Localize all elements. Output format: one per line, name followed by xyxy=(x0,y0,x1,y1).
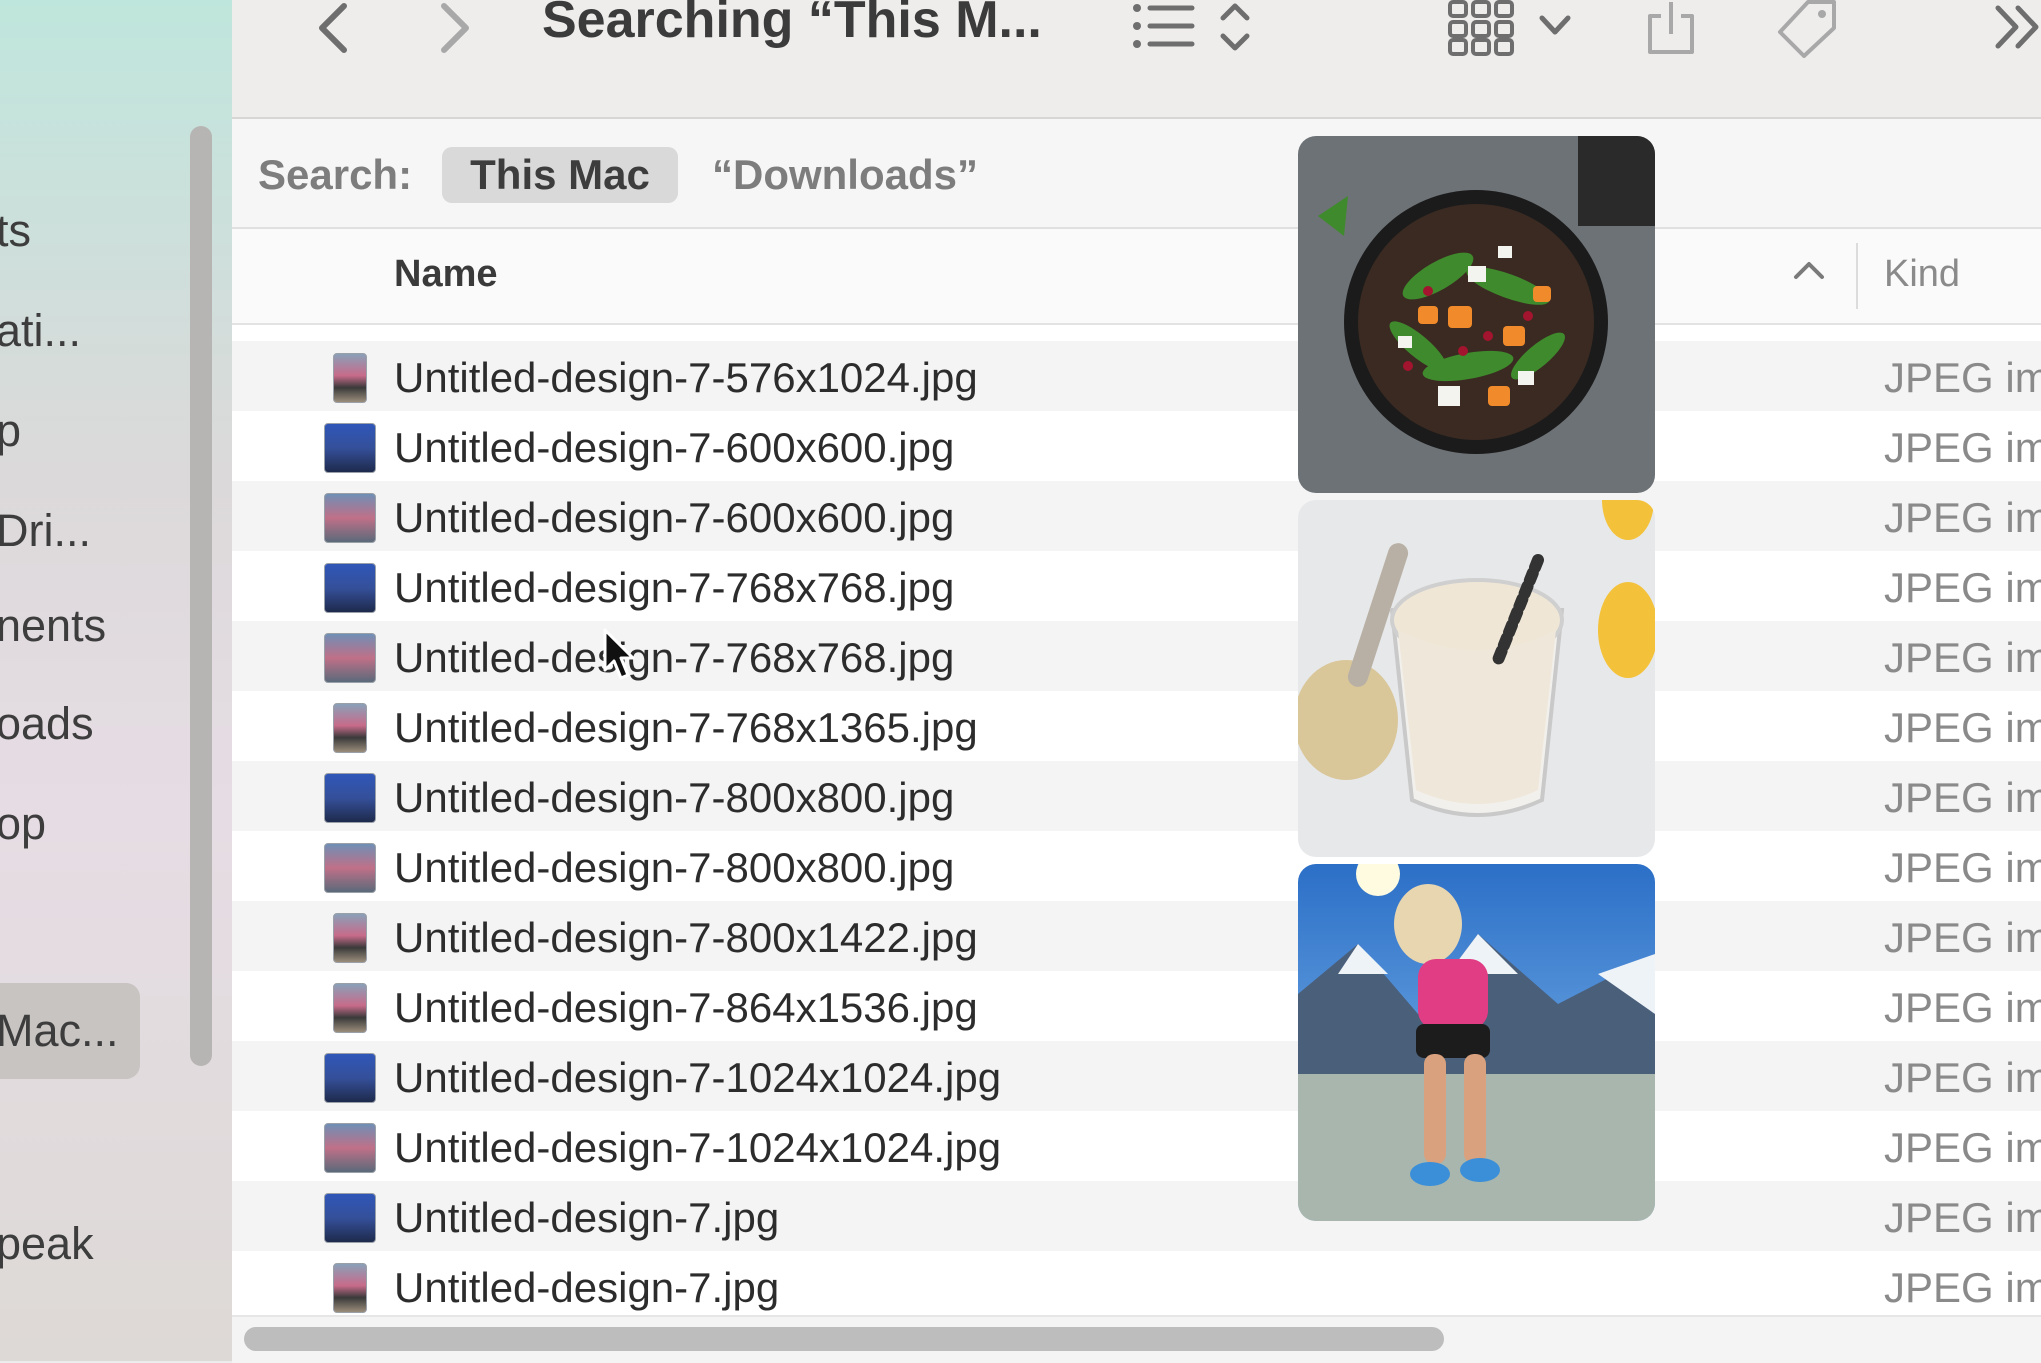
toolbar: Searching “This M... xyxy=(232,0,2041,119)
table-row[interactable]: Untitled-design-7-1024x1024.jpg JPEG im xyxy=(232,1041,2041,1111)
file-name[interactable]: Untitled-design-7-768x1365.jpg xyxy=(394,704,978,752)
sidebar-item-downloads[interactable]: oads xyxy=(0,698,94,750)
file-kind: JPEG im xyxy=(1884,1194,2041,1241)
file-name[interactable]: Untitled-design-7-800x1422.jpg xyxy=(394,914,978,962)
salad-bowl-image xyxy=(1298,136,1655,493)
horizontal-scrollbar[interactable] xyxy=(232,1315,2041,1363)
file-thumbnail-icon xyxy=(324,493,376,543)
file-thumbnail-icon xyxy=(324,843,376,893)
table-row[interactable]: Untitled-design-7-800x800.jpg JPEG im xyxy=(232,831,2041,901)
table-row[interactable]: Untitled-design-7-768x768.jpg JPEG im xyxy=(232,621,2041,691)
mouse-pointer-icon xyxy=(603,628,635,680)
sort-ascending-icon[interactable] xyxy=(1792,259,1826,281)
grid-view-icon[interactable] xyxy=(1448,0,1514,56)
window-title: Searching “This M... xyxy=(542,0,1042,49)
file-name[interactable]: Untitled-design-7-800x800.jpg xyxy=(394,844,954,892)
file-kind: JPEG im xyxy=(1884,354,2041,401)
file-name[interactable]: Untitled-design-7-1024x1024.jpg xyxy=(394,1124,1001,1172)
file-name[interactable]: Untitled-design-7-768x768.jpg xyxy=(394,634,954,682)
file-kind: JPEG im xyxy=(1884,774,2041,821)
column-name-header[interactable]: Name xyxy=(394,253,498,296)
file-thumbnail-icon xyxy=(324,1053,376,1103)
scope-this-mac-button[interactable]: This Mac xyxy=(442,147,678,203)
search-label: Search: xyxy=(258,151,413,198)
file-name[interactable]: Untitled-design-7-864x1536.jpg xyxy=(394,984,978,1032)
file-kind: JPEG im xyxy=(1884,1124,2041,1171)
horizontal-scrollbar-thumb[interactable] xyxy=(244,1327,1444,1351)
file-kind: JPEG im xyxy=(1884,704,2041,751)
table-row[interactable]: Untitled-design-7.jpg JPEG im xyxy=(232,1251,2041,1315)
file-kind: JPEG im xyxy=(1884,564,2041,611)
sidebar: ts ati... p Dri... nents oads op Mac... … xyxy=(0,0,232,1361)
scope-downloads-button[interactable]: “Downloads” xyxy=(712,151,978,199)
table-row[interactable]: Untitled-design-7-864x1536.jpg JPEG im xyxy=(232,971,2041,1041)
file-kind: JPEG im xyxy=(1884,424,2041,471)
more-chevrons-icon[interactable] xyxy=(1992,4,2041,50)
sidebar-scrollbar[interactable] xyxy=(190,126,212,1066)
file-thumbnail-icon xyxy=(324,633,376,683)
file-kind: JPEG im xyxy=(1884,634,2041,681)
tag-icon[interactable] xyxy=(1774,0,1838,58)
preview-smoothie xyxy=(1298,500,1655,857)
table-row[interactable]: Untitled-design-7-1024x1024.jpg JPEG im xyxy=(232,1111,2041,1181)
chevron-down-icon[interactable] xyxy=(1538,14,1572,38)
file-kind: JPEG im xyxy=(1884,1054,2041,1101)
file-name[interactable]: Untitled-design-7.jpg xyxy=(394,1194,779,1242)
sort-arrows-icon[interactable] xyxy=(1218,0,1252,56)
file-kind: JPEG im xyxy=(1884,844,2041,891)
file-name[interactable]: Untitled-design-7-600x600.jpg xyxy=(394,424,954,472)
table-row[interactable]: Untitled-design-7-768x1365.jpg JPEG im xyxy=(232,691,2041,761)
table-row[interactable]: Untitled-design-7-768x768.jpg JPEG im xyxy=(232,551,2041,621)
sidebar-item-5[interactable]: nents xyxy=(0,600,106,652)
table-row[interactable]: Untitled-design-7-600x600.jpg JPEG im xyxy=(232,411,2041,481)
table-row-partial[interactable] xyxy=(232,325,2041,341)
sidebar-item-2[interactable]: ati... xyxy=(0,305,81,357)
forward-chevron-icon[interactable] xyxy=(432,0,476,56)
file-name[interactable]: Untitled-design-7-1024x1024.jpg xyxy=(394,1054,1001,1102)
file-kind: JPEG im xyxy=(1884,984,2041,1031)
sidebar-item-3[interactable]: p xyxy=(0,405,21,457)
preview-salad-bowl xyxy=(1298,136,1655,493)
column-kind-header[interactable]: Kind xyxy=(1884,253,1960,296)
column-divider[interactable] xyxy=(1856,243,1858,309)
back-chevron-icon[interactable] xyxy=(312,0,356,56)
runner-mountains-image xyxy=(1298,864,1655,1221)
file-name[interactable]: Untitled-design-7-800x800.jpg xyxy=(394,774,954,822)
file-thumbnail-icon xyxy=(333,703,367,753)
file-thumbnail-icon xyxy=(324,563,376,613)
search-scope-bar: Search: This Mac “Downloads” xyxy=(232,119,2041,229)
file-name[interactable]: Untitled-design-7-600x600.jpg xyxy=(394,494,954,542)
table-row[interactable]: Untitled-design-7-600x600.jpg JPEG im xyxy=(232,481,2041,551)
file-thumbnail-icon xyxy=(333,983,367,1033)
table-row[interactable]: Untitled-design-7.jpg JPEG im xyxy=(232,1181,2041,1251)
file-thumbnail-icon xyxy=(333,1263,367,1313)
sidebar-item-7[interactable]: op xyxy=(0,798,46,850)
file-name[interactable]: Untitled-design-7-768x768.jpg xyxy=(394,564,954,612)
share-icon[interactable] xyxy=(1644,0,1698,56)
sidebar-item-1[interactable]: ts xyxy=(0,205,31,257)
sidebar-item-4[interactable]: Dri... xyxy=(0,505,91,557)
file-thumbnail-icon xyxy=(324,773,376,823)
preview-runner xyxy=(1298,864,1655,1221)
file-thumbnail-icon xyxy=(324,1123,376,1173)
sidebar-item-9[interactable]: peak xyxy=(0,1218,94,1270)
smoothie-glass-image xyxy=(1298,500,1655,857)
sidebar-item-this-mac[interactable]: Mac... xyxy=(0,1005,119,1057)
file-thumbnail-icon xyxy=(324,1193,376,1243)
file-list: Untitled-design-7-576x1024.jpg JPEG im Unt… xyxy=(232,325,2041,1315)
column-header: Name Kind xyxy=(232,229,2041,325)
file-kind: JPEG im xyxy=(1884,494,2041,541)
list-view-icon[interactable] xyxy=(1132,2,1198,52)
table-row[interactable]: Untitled-design-7-800x1422.jpg JPEG im xyxy=(232,901,2041,971)
table-row[interactable]: Untitled-design-7-576x1024.jpg JPEG im xyxy=(232,341,2041,411)
file-name[interactable]: Untitled-design-7.jpg xyxy=(394,1264,779,1312)
file-thumbnail-icon xyxy=(324,423,376,473)
file-thumbnail-icon xyxy=(333,353,367,403)
file-kind: JPEG im xyxy=(1884,914,2041,961)
file-kind: JPEG im xyxy=(1884,1264,2041,1311)
file-name[interactable]: Untitled-design-7-576x1024.jpg xyxy=(394,354,978,402)
file-thumbnail-icon xyxy=(333,913,367,963)
table-row[interactable]: Untitled-design-7-800x800.jpg JPEG im xyxy=(232,761,2041,831)
